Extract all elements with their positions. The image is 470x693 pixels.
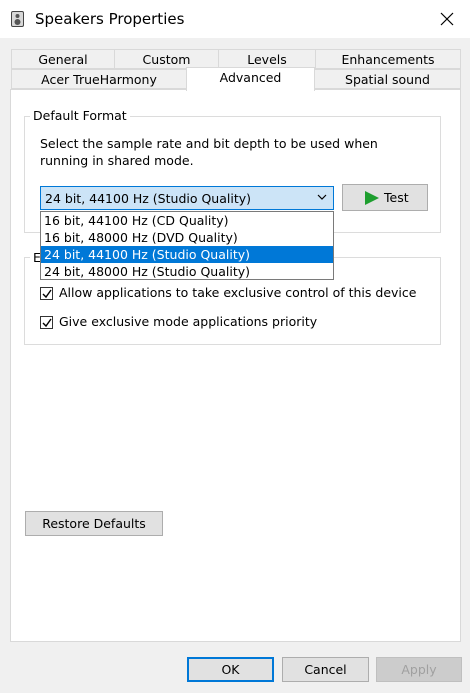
chevron-down-icon — [317, 194, 327, 200]
ok-button[interactable]: OK — [187, 657, 274, 682]
window-title: Speakers Properties — [35, 10, 185, 28]
dropdown-option-highlighted[interactable]: 24 bit, 44100 Hz (Studio Quality) — [41, 246, 333, 263]
tab-acer-trueharmony[interactable]: Acer TrueHarmony — [11, 69, 187, 89]
dropdown-option[interactable]: 16 bit, 48000 Hz (DVD Quality) — [41, 229, 333, 246]
test-button[interactable]: Test — [342, 184, 428, 211]
checkmark-icon — [42, 289, 52, 299]
exclusive-priority-label: Give exclusive mode applications priorit… — [59, 314, 318, 329]
tab-advanced[interactable]: Advanced — [186, 67, 315, 91]
dropdown-option[interactable]: 16 bit, 44100 Hz (CD Quality) — [41, 212, 333, 229]
close-icon — [440, 12, 454, 26]
tab-spatial-sound[interactable]: Spatial sound — [314, 69, 461, 89]
restore-defaults-button[interactable]: Restore Defaults — [25, 511, 163, 536]
tab-general[interactable]: General — [11, 49, 115, 69]
tab-custom[interactable]: Custom — [114, 49, 219, 69]
cancel-button[interactable]: Cancel — [282, 657, 369, 682]
sample-rate-selected: 24 bit, 44100 Hz (Studio Quality) — [45, 191, 252, 206]
speaker-icon — [11, 11, 24, 27]
tab-enhancements[interactable]: Enhancements — [315, 49, 461, 69]
title-bar: Speakers Properties — [0, 0, 470, 38]
sample-rate-combobox[interactable]: 24 bit, 44100 Hz (Studio Quality) — [40, 186, 334, 210]
play-icon — [365, 191, 379, 205]
test-button-label: Test — [384, 190, 409, 205]
close-button[interactable] — [424, 0, 470, 38]
sample-rate-dropdown-list: 16 bit, 44100 Hz (CD Quality) 16 bit, 48… — [40, 211, 334, 280]
apply-button[interactable]: Apply — [376, 657, 462, 682]
default-format-description: Select the sample rate and bit depth to … — [40, 136, 378, 168]
checkmark-icon — [42, 318, 52, 328]
dropdown-option[interactable]: 24 bit, 48000 Hz (Studio Quality) — [41, 263, 333, 280]
tab-levels[interactable]: Levels — [218, 49, 316, 69]
default-format-legend: Default Format — [30, 108, 130, 123]
allow-exclusive-label: Allow applications to take exclusive con… — [59, 285, 417, 300]
exclusive-priority-checkbox[interactable] — [40, 316, 53, 329]
allow-exclusive-checkbox[interactable] — [40, 287, 53, 300]
